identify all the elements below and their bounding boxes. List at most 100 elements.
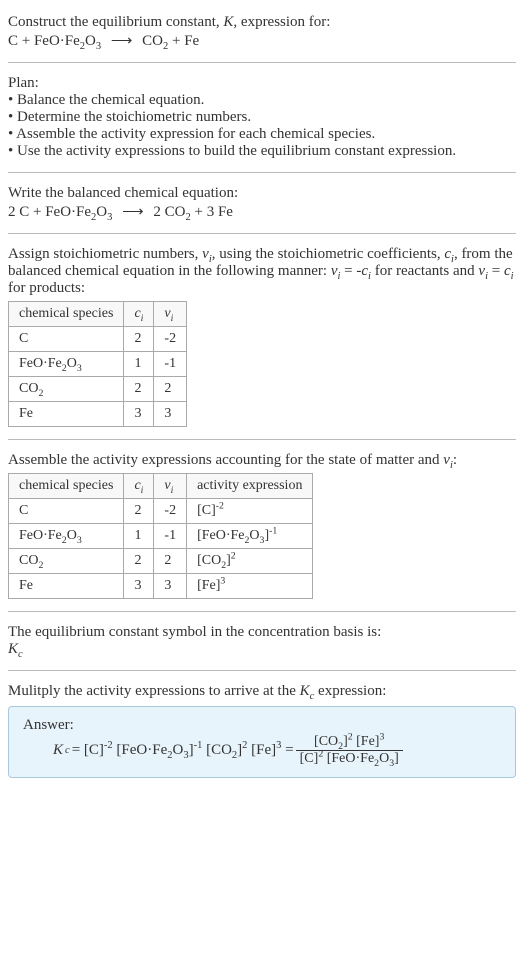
table-header-row: chemical species ci νi activity expressi…: [9, 474, 313, 499]
col-activity: activity expression: [187, 474, 313, 499]
cell-species: FeO·Fe2O3: [9, 524, 124, 549]
divider: [8, 233, 516, 234]
cell-nui: 3: [154, 402, 187, 427]
col-ci: ci: [124, 474, 154, 499]
cell-ci: 2: [124, 327, 154, 352]
table-row: Fe 3 3: [9, 402, 187, 427]
plan-item: • Assemble the activity expression for e…: [8, 126, 516, 143]
cell-ci: 3: [124, 402, 154, 427]
cell-nui: 2: [154, 377, 187, 402]
cell-species: C: [9, 327, 124, 352]
kc-symbol: Kc: [8, 641, 516, 658]
cell-species: Fe: [9, 402, 124, 427]
assign-t5: for reactants and: [371, 263, 478, 279]
balanced-equation: 2 C + FeO·Fe2O3 ⟶ 2 CO2 + 3 Fe: [8, 202, 516, 221]
col-nui: νi: [154, 302, 187, 327]
assign-t2: , using the stoichiometric coefficients,: [212, 246, 445, 262]
beq-l1: 2 C + FeO·Fe: [8, 204, 91, 220]
beq-s2: 3: [107, 212, 112, 223]
ans-mid: = [C]-2 [FeO·Fe2O3]-1 [CO2]2 [Fe]3 =: [72, 742, 294, 759]
beq-l2: O: [96, 204, 107, 220]
activity-table: chemical species ci νi activity expressi…: [8, 473, 313, 599]
col-species: chemical species: [9, 474, 124, 499]
table-row: FeO·Fe2O3 1 -1 [FeO·Fe2O3]-1: [9, 524, 313, 549]
nui-hs: i: [171, 313, 174, 324]
cell-ci: 1: [124, 524, 154, 549]
fraction: [CO2]2 [Fe]3 [C]2 [FeO·Fe2O3]: [296, 734, 403, 767]
cell-nui: 3: [154, 574, 187, 599]
col-nui: νi: [154, 474, 187, 499]
nu: ν: [202, 246, 209, 262]
K2: K: [8, 641, 18, 657]
nu4: ν: [443, 452, 450, 468]
K3: K: [300, 683, 310, 699]
arrow-icon: ⟶: [116, 204, 150, 220]
kc-text: The equilibrium constant symbol in the c…: [8, 624, 516, 641]
eq-rhs: CO: [142, 33, 163, 49]
answer-equation: Kc = [C]-2 [FeO·Fe2O3]-1 [CO2]2 [Fe]3 = …: [23, 734, 501, 767]
eq-lhs: C + FeO·Fe: [8, 33, 80, 49]
assign-t6: =: [488, 263, 504, 279]
answer-box: Answer: Kc = [C]-2 [FeO·Fe2O3]-1 [CO2]2 …: [8, 706, 516, 778]
c3: c: [504, 263, 511, 279]
nui-hs2: i: [171, 485, 174, 496]
cell-nui: -2: [154, 499, 187, 524]
assign-t4: = -: [340, 263, 361, 279]
problem-statement: Construct the equilibrium constant, K, e…: [8, 8, 516, 56]
cell-activity: [CO2]2: [187, 549, 313, 574]
plan-item: • Determine the stoichiometric numbers.: [8, 109, 516, 126]
divider: [8, 670, 516, 671]
activity-section: Assemble the activity expressions accoun…: [8, 446, 516, 605]
ans-K: K: [53, 742, 63, 759]
stoich-table: chemical species ci νi C 2 -2 FeO·Fe2O3 …: [8, 301, 187, 427]
i-sub6: i: [511, 271, 514, 282]
K-symbol: K: [223, 14, 233, 30]
cell-ci: 2: [124, 549, 154, 574]
plan-item: • Use the activity expressions to build …: [8, 143, 516, 160]
balanced-header: Write the balanced chemical equation:: [8, 185, 516, 202]
c-sub: c: [18, 649, 23, 660]
divider: [8, 611, 516, 612]
cell-species: CO2: [9, 377, 124, 402]
cell-nui: -1: [154, 352, 187, 377]
balanced-section: Write the balanced chemical equation: 2 …: [8, 179, 516, 227]
assemble-t2: :: [453, 452, 457, 468]
cell-species: Fe: [9, 574, 124, 599]
eq-sub2: 3: [96, 41, 101, 52]
cell-nui: -1: [154, 524, 187, 549]
cell-ci: 3: [124, 574, 154, 599]
beq-r1: 2 CO: [153, 204, 185, 220]
cell-species: FeO·Fe2O3: [9, 352, 124, 377]
cell-activity: [FeO·Fe2O3]-1: [187, 524, 313, 549]
cell-activity: [C]-2: [187, 499, 313, 524]
divider: [8, 172, 516, 173]
title-text: Construct the equilibrium constant,: [8, 14, 223, 30]
title-text-b: , expression for:: [233, 14, 330, 30]
assign-section: Assign stoichiometric numbers, νi, using…: [8, 240, 516, 433]
table-row: FeO·Fe2O3 1 -1: [9, 352, 187, 377]
assign-t1: Assign stoichiometric numbers,: [8, 246, 202, 262]
table-row: C 2 -2 [C]-2: [9, 499, 313, 524]
plan-item: • Balance the chemical equation.: [8, 92, 516, 109]
cell-ci: 2: [124, 499, 154, 524]
col-species: chemical species: [9, 302, 124, 327]
answer-label: Answer:: [23, 717, 501, 734]
ci-hs: i: [141, 313, 144, 324]
cell-ci: 1: [124, 352, 154, 377]
frac-den: [C]2 [FeO·Fe2O3]: [296, 751, 403, 767]
eq-rhs-end: + Fe: [168, 33, 199, 49]
eq-mid: O: [85, 33, 96, 49]
cell-activity: [Fe]3: [187, 574, 313, 599]
kc-section: The equilibrium constant symbol in the c…: [8, 618, 516, 664]
cell-ci: 2: [124, 377, 154, 402]
multiply-section: Mulitply the activity expressions to arr…: [8, 677, 516, 784]
table-row: C 2 -2: [9, 327, 187, 352]
unbalanced-equation: C + FeO·Fe2O3 ⟶ CO2 + Fe: [8, 33, 199, 49]
arrow-icon: ⟶: [105, 33, 139, 49]
cell-nui: -2: [154, 327, 187, 352]
ci-hs2: i: [141, 485, 144, 496]
divider: [8, 439, 516, 440]
assemble-t1: Assemble the activity expressions accoun…: [8, 452, 443, 468]
assign-t7: for products:: [8, 280, 85, 296]
beq-r2: + 3 Fe: [191, 204, 233, 220]
